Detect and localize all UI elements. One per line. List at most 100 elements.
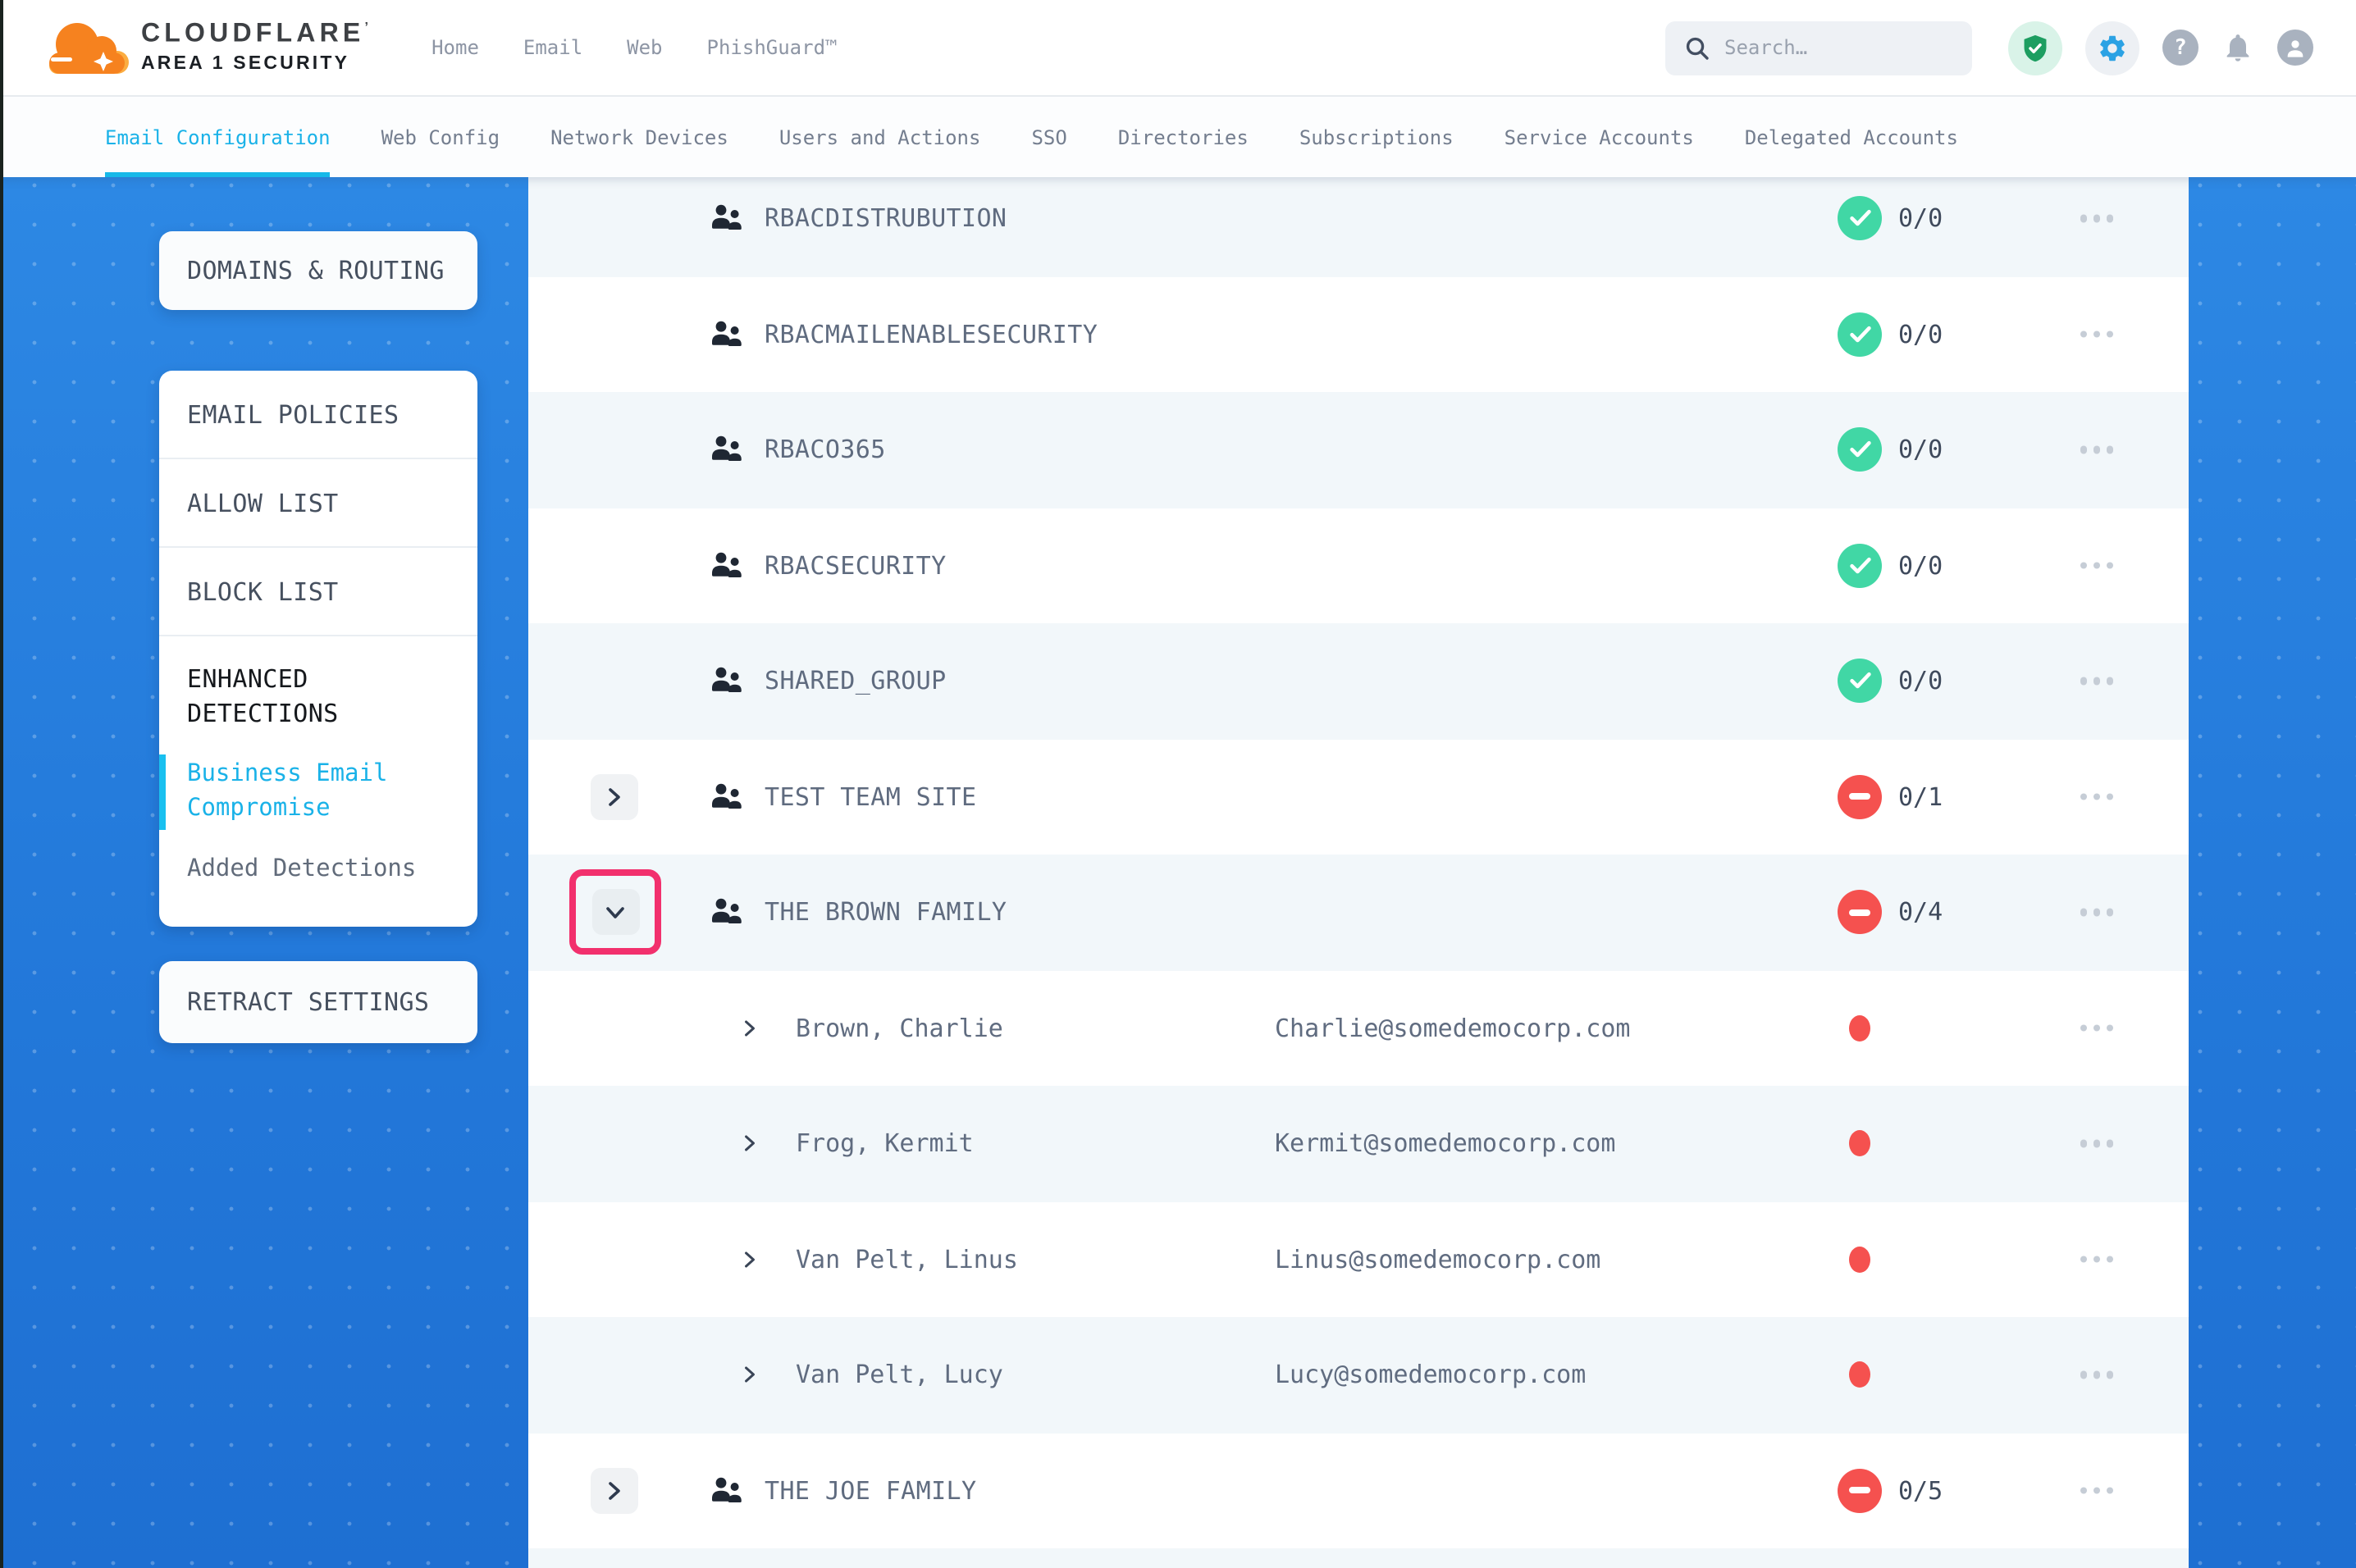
expand-group-button[interactable] <box>591 774 638 820</box>
search-input[interactable] <box>1724 36 1938 59</box>
member-count: 0/0 <box>1898 204 1943 234</box>
member-email: Lucy@somedemocorp.com <box>1275 1361 1586 1390</box>
enhanced-detections-title: ENHANCED DETECTIONS <box>187 663 451 732</box>
member-count: 0/0 <box>1898 551 1943 581</box>
protection-status-icon[interactable] <box>2008 21 2062 75</box>
sidebar-label: EMAIL POLICIES <box>159 399 399 429</box>
group-name: RBACDISTRUBUTION <box>765 204 1007 234</box>
member-count: 0/0 <box>1898 667 1943 696</box>
status-badge-ok <box>1838 197 1882 241</box>
sidebar-label: ALLOW LIST <box>159 488 339 517</box>
tab-delegated-accounts[interactable]: Delegated Accounts <box>1745 97 1958 177</box>
row-actions-menu[interactable] <box>2067 793 2126 800</box>
annotation-highlight-box <box>569 870 661 955</box>
primary-nav: Home Email Web PhishGuard™ <box>431 36 837 59</box>
row-actions-menu[interactable] <box>2067 562 2126 569</box>
member-count: 0/5 <box>1898 1476 1943 1506</box>
row-actions-menu[interactable] <box>2067 1024 2126 1032</box>
group-name: SHARED_GROUP <box>765 667 947 696</box>
cloudflare-logo[interactable]: CLOUDFLARE’ AREA 1 SECURITY <box>44 15 372 80</box>
collapse-group-button[interactable] <box>591 890 639 936</box>
sidebar-item-added-detections[interactable]: Added Detections <box>187 853 451 887</box>
spacer-row <box>528 1548 2189 1568</box>
search-icon <box>1685 35 1710 60</box>
sidebar-item-domains-routing[interactable]: DOMAINS & ROUTING <box>159 231 477 310</box>
group-row: RBACDISTRUBUTION 0/0 <box>528 177 2189 276</box>
row-actions-menu[interactable] <box>2067 1487 2126 1494</box>
sidebar-item-business-email-compromise[interactable]: Business Email Compromise <box>187 758 451 827</box>
member-name: Brown, Charlie <box>796 1014 1003 1043</box>
member-email: Kermit@somedemocorp.com <box>1275 1129 1615 1159</box>
sidebar-label: BLOCK LIST <box>159 577 339 606</box>
expand-member-chevron-icon[interactable] <box>743 1250 756 1269</box>
group-row: TEST TEAM SITE 0/1 <box>528 739 2189 855</box>
group-row: RBACSECURITY0/0 <box>528 508 2189 623</box>
tab-network-devices[interactable]: Network Devices <box>550 97 728 177</box>
group-name: RBACO365 <box>765 435 886 465</box>
nav-item-phishguard-[interactable]: PhishGuard™ <box>707 36 838 59</box>
sidebar-item-email-policies[interactable]: EMAIL POLICIES <box>159 371 477 459</box>
tab-sso[interactable]: SSO <box>1031 97 1066 177</box>
settings-gear-icon[interactable] <box>2085 21 2139 75</box>
row-actions-menu[interactable] <box>2067 1140 2126 1147</box>
group-people-icon <box>710 899 743 927</box>
logo-subtitle: AREA 1 SECURITY <box>141 53 372 73</box>
sidebar-item-allow-list[interactable]: ALLOW LIST <box>159 459 477 548</box>
tab-service-accounts[interactable]: Service Accounts <box>1504 97 1694 177</box>
row-actions-menu[interactable] <box>2067 1256 2126 1263</box>
group-name: THE BROWN FAMILY <box>765 898 1007 928</box>
area1-security-app: CLOUDFLARE’ AREA 1 SECURITY Home Email Web… <box>0 0 2356 1568</box>
member-name: Frog, Kermit <box>796 1129 974 1159</box>
group-people-icon <box>710 205 743 233</box>
row-actions-menu[interactable] <box>2067 1371 2126 1379</box>
account-avatar-icon[interactable] <box>2277 30 2313 66</box>
tab-subscriptions[interactable]: Subscriptions <box>1299 97 1454 177</box>
group-people-icon <box>710 668 743 695</box>
member-name: Van Pelt, Linus <box>796 1245 1018 1274</box>
status-badge-blocked <box>1838 775 1882 819</box>
cloudflare-cloud-icon <box>44 15 130 80</box>
group-people-icon <box>710 783 743 811</box>
group-name: THE JOE FAMILY <box>765 1476 976 1506</box>
nav-item-email[interactable]: Email <box>523 36 582 59</box>
status-badge-ok <box>1838 544 1882 588</box>
expand-member-chevron-icon[interactable] <box>743 1365 756 1385</box>
row-actions-menu[interactable] <box>2067 215 2126 222</box>
notifications-bell-icon[interactable] <box>2221 31 2254 64</box>
group-people-icon <box>710 1477 743 1505</box>
search-box[interactable] <box>1665 21 1972 75</box>
sidebar-item-block-list[interactable]: BLOCK LIST <box>159 548 477 636</box>
config-tabbar: Email Configuration Web Config Network Dev… <box>0 97 2356 177</box>
member-status-dot <box>1849 1247 1870 1273</box>
row-actions-menu[interactable] <box>2067 446 2126 454</box>
member-count: 0/1 <box>1898 782 1943 812</box>
expand-member-chevron-icon[interactable] <box>743 1019 756 1038</box>
main-area: DOMAINS & ROUTING EMAIL POLICIES ALLOW L… <box>0 177 2356 1568</box>
nav-item-web[interactable]: Web <box>627 36 662 59</box>
nav-item-home[interactable]: Home <box>431 36 479 59</box>
logo-brand: CLOUDFLARE’ <box>141 22 372 50</box>
tab-web-config[interactable]: Web Config <box>381 97 500 177</box>
help-icon[interactable]: ? <box>2162 30 2198 66</box>
group-row: RBACMAILENABLESECURITY0/0 <box>528 276 2189 392</box>
member-name: Van Pelt, Lucy <box>796 1361 1003 1390</box>
logo-text: CLOUDFLARE’ AREA 1 SECURITY <box>141 22 372 73</box>
sidebar-label: DOMAINS & ROUTING <box>159 256 445 285</box>
member-row: Van Pelt, Lucy Lucy@somedemocorp.com <box>528 1317 2189 1433</box>
expand-member-chevron-icon[interactable] <box>743 1134 756 1154</box>
tab-users-and-actions[interactable]: Users and Actions <box>779 97 981 177</box>
row-actions-menu[interactable] <box>2067 330 2126 338</box>
group-name: TEST TEAM SITE <box>765 782 976 812</box>
expand-group-button[interactable] <box>591 1468 638 1514</box>
group-people-icon <box>710 321 743 349</box>
row-actions-menu[interactable] <box>2067 677 2126 685</box>
group-people-icon <box>710 552 743 580</box>
row-actions-menu[interactable] <box>2067 909 2126 916</box>
tab-directories[interactable]: Directories <box>1118 97 1249 177</box>
member-row: Brown, CharlieCharlie@somedemocorp.com <box>528 970 2189 1086</box>
tab-email-configuration[interactable]: Email Configuration <box>105 97 331 177</box>
member-row: Van Pelt, Linus Linus@somedemocorp.com <box>528 1201 2189 1317</box>
member-status-dot <box>1849 1362 1870 1388</box>
member-email: Linus@somedemocorp.com <box>1275 1245 1600 1274</box>
sidebar-item-retract-settings[interactable]: RETRACT SETTINGS <box>159 961 477 1043</box>
